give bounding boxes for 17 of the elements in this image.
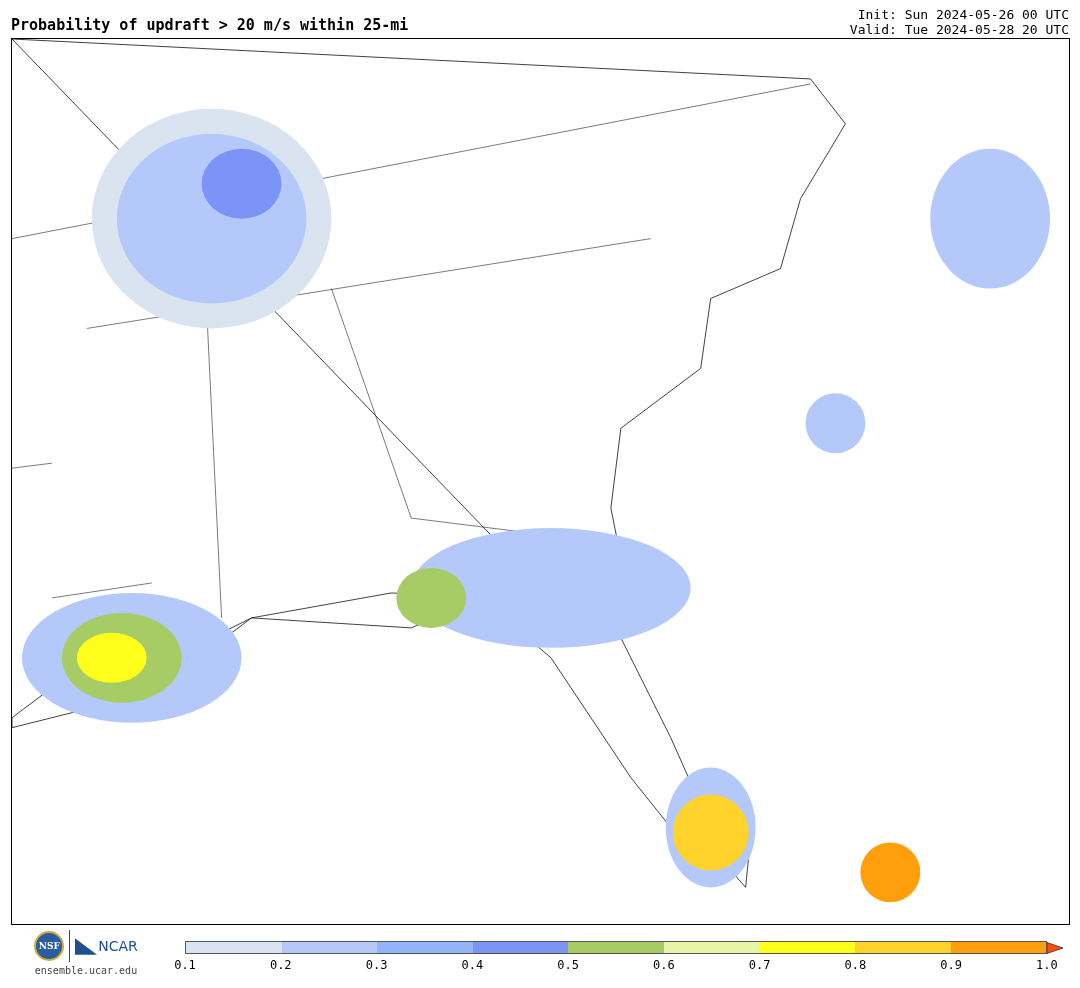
colorbar-tick-label: 0.1 — [173, 958, 197, 973]
ncar-logo: NCAR — [98, 938, 138, 955]
nsf-logo: NSF — [34, 931, 65, 962]
ncar-logo-icon — [75, 937, 98, 955]
colorbar-tick-label: 0.9 — [939, 958, 963, 973]
map-title: Probability of updraft > 20 m/s within 25-mi — [11, 15, 409, 34]
colorbar-tick-label: 0.2 — [268, 958, 293, 973]
colorbar-tick-label: 0.5 — [556, 958, 580, 973]
colorbar-tick-label: 0.8 — [843, 958, 868, 973]
site-url: ensemble.ucar.edu — [34, 965, 138, 977]
colorbar-tick-label: 1.0 — [1035, 958, 1059, 973]
colorbar-tick-label: 0.7 — [747, 958, 772, 973]
colorbar-tick-label: 0.4 — [460, 958, 485, 973]
colorbar-tick-label: 0.6 — [652, 958, 676, 973]
valid-time: Valid: Tue 2024-05-28 20 UTC — [849, 21, 1069, 37]
init-time: Init: Sun 2024-05-26 00 UTC — [857, 6, 1069, 22]
colorbar-tick-label: 0.3 — [364, 958, 389, 973]
